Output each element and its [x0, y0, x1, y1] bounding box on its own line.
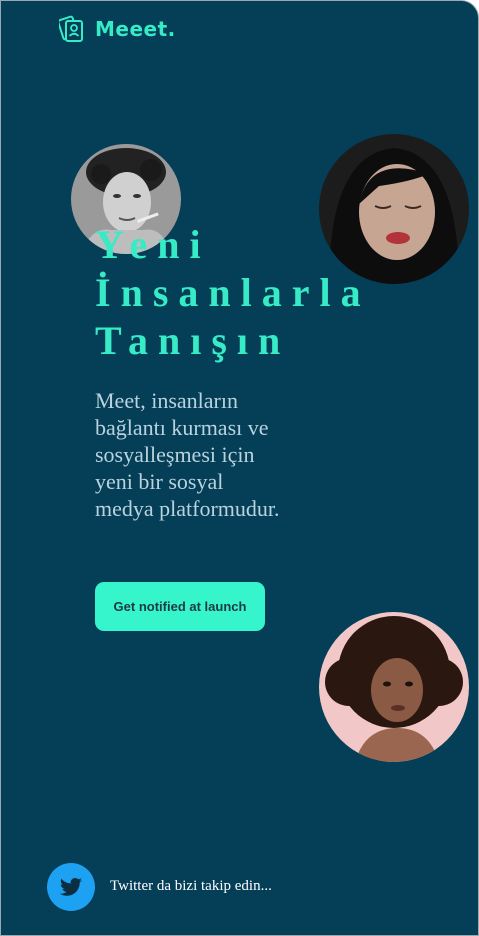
landing-page: Meeet. Yeni İnsanlarla Tanışın Meet, ins…: [0, 0, 479, 936]
id-card-icon: [59, 15, 83, 42]
brand-logo[interactable]: Meeet.: [59, 15, 176, 43]
headline-line: İnsanlarla: [95, 270, 371, 315]
notify-launch-button[interactable]: Get notified at launch: [95, 582, 265, 631]
headline-line: Tanışın: [95, 318, 291, 363]
twitter-button[interactable]: [47, 863, 95, 911]
brand-name: Meeet.: [95, 17, 176, 41]
headline-line: Yeni: [95, 222, 211, 267]
twitter-bird-icon: [60, 878, 82, 896]
hero-headline: Yeni İnsanlarla Tanışın: [95, 221, 371, 365]
hero-description: Meet, insanların bağlantı kurması ve sos…: [95, 388, 280, 521]
twitter-follow-text: Twitter da bizi takip edin...: [110, 878, 272, 894]
avatar-curly-woman: [319, 612, 469, 762]
portrait-image: [319, 612, 469, 762]
